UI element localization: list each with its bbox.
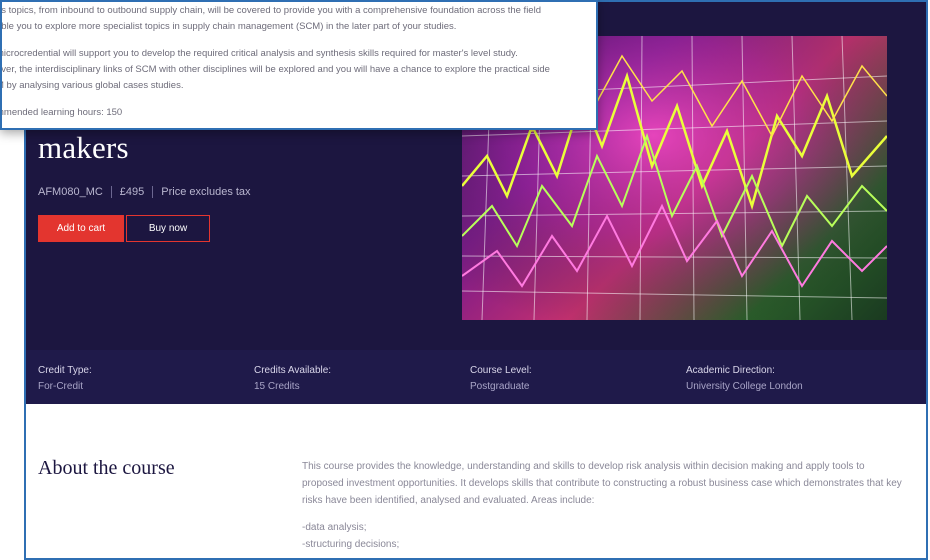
buy-now-button[interactable]: Buy now [126,215,210,242]
about-heading: About the course [38,457,175,479]
course-info-bar: Credit Type: For-Credit Credits Availabl… [26,350,926,404]
course-level: Course Level: Postgraduate [470,365,532,392]
overlay-line: able you to explore more specialist topi… [0,21,457,32]
credit-type: Credit Type: For-Credit [38,365,92,392]
academic-direction-value: University College London [686,381,803,392]
course-meta: AFM080_MC £495 Price excludes tax [38,186,251,198]
credit-type-value: For-Credit [38,381,84,392]
overlay-text: us topics, from inbound to outbound supp… [0,3,596,121]
price-note: Price excludes tax [161,186,251,198]
overlay-line: us topics, from inbound to outbound supp… [0,5,541,16]
credits-available-label: Credits Available: [254,365,332,376]
course-title: makers [38,130,129,165]
course-level-label: Course Level: [470,365,532,376]
list-item: -structuring decisions; [302,539,400,550]
about-paragraph: This course provides the knowledge, unde… [302,461,902,506]
meta-divider [152,186,154,198]
meta-divider [110,186,112,198]
overlay-line: M by analysing various global cases stud… [0,80,184,91]
course-price: £495 [119,186,145,198]
academic-direction-label: Academic Direction: [686,365,775,376]
list-item: -data analysis; [302,522,367,533]
academic-direction: Academic Direction: University College L… [686,365,803,392]
about-body: This course provides the knowledge, unde… [302,458,902,553]
credits-available-value: 15 Credits [254,381,300,392]
credit-type-label: Credit Type: [38,365,92,376]
course-level-value: Postgraduate [470,381,530,392]
course-code: AFM080_MC [38,186,103,198]
credits-available: Credits Available: 15 Credits [254,365,331,392]
overlay-line: over, the interdisciplinary links of SCM… [0,64,550,75]
overlay-line: microcredential will support you to deve… [0,48,518,59]
add-to-cart-button[interactable]: Add to cart [38,215,124,242]
overlay-line: mmended learning hours: 150 [0,107,123,118]
description-overlay-panel: us topics, from inbound to outbound supp… [0,0,598,130]
